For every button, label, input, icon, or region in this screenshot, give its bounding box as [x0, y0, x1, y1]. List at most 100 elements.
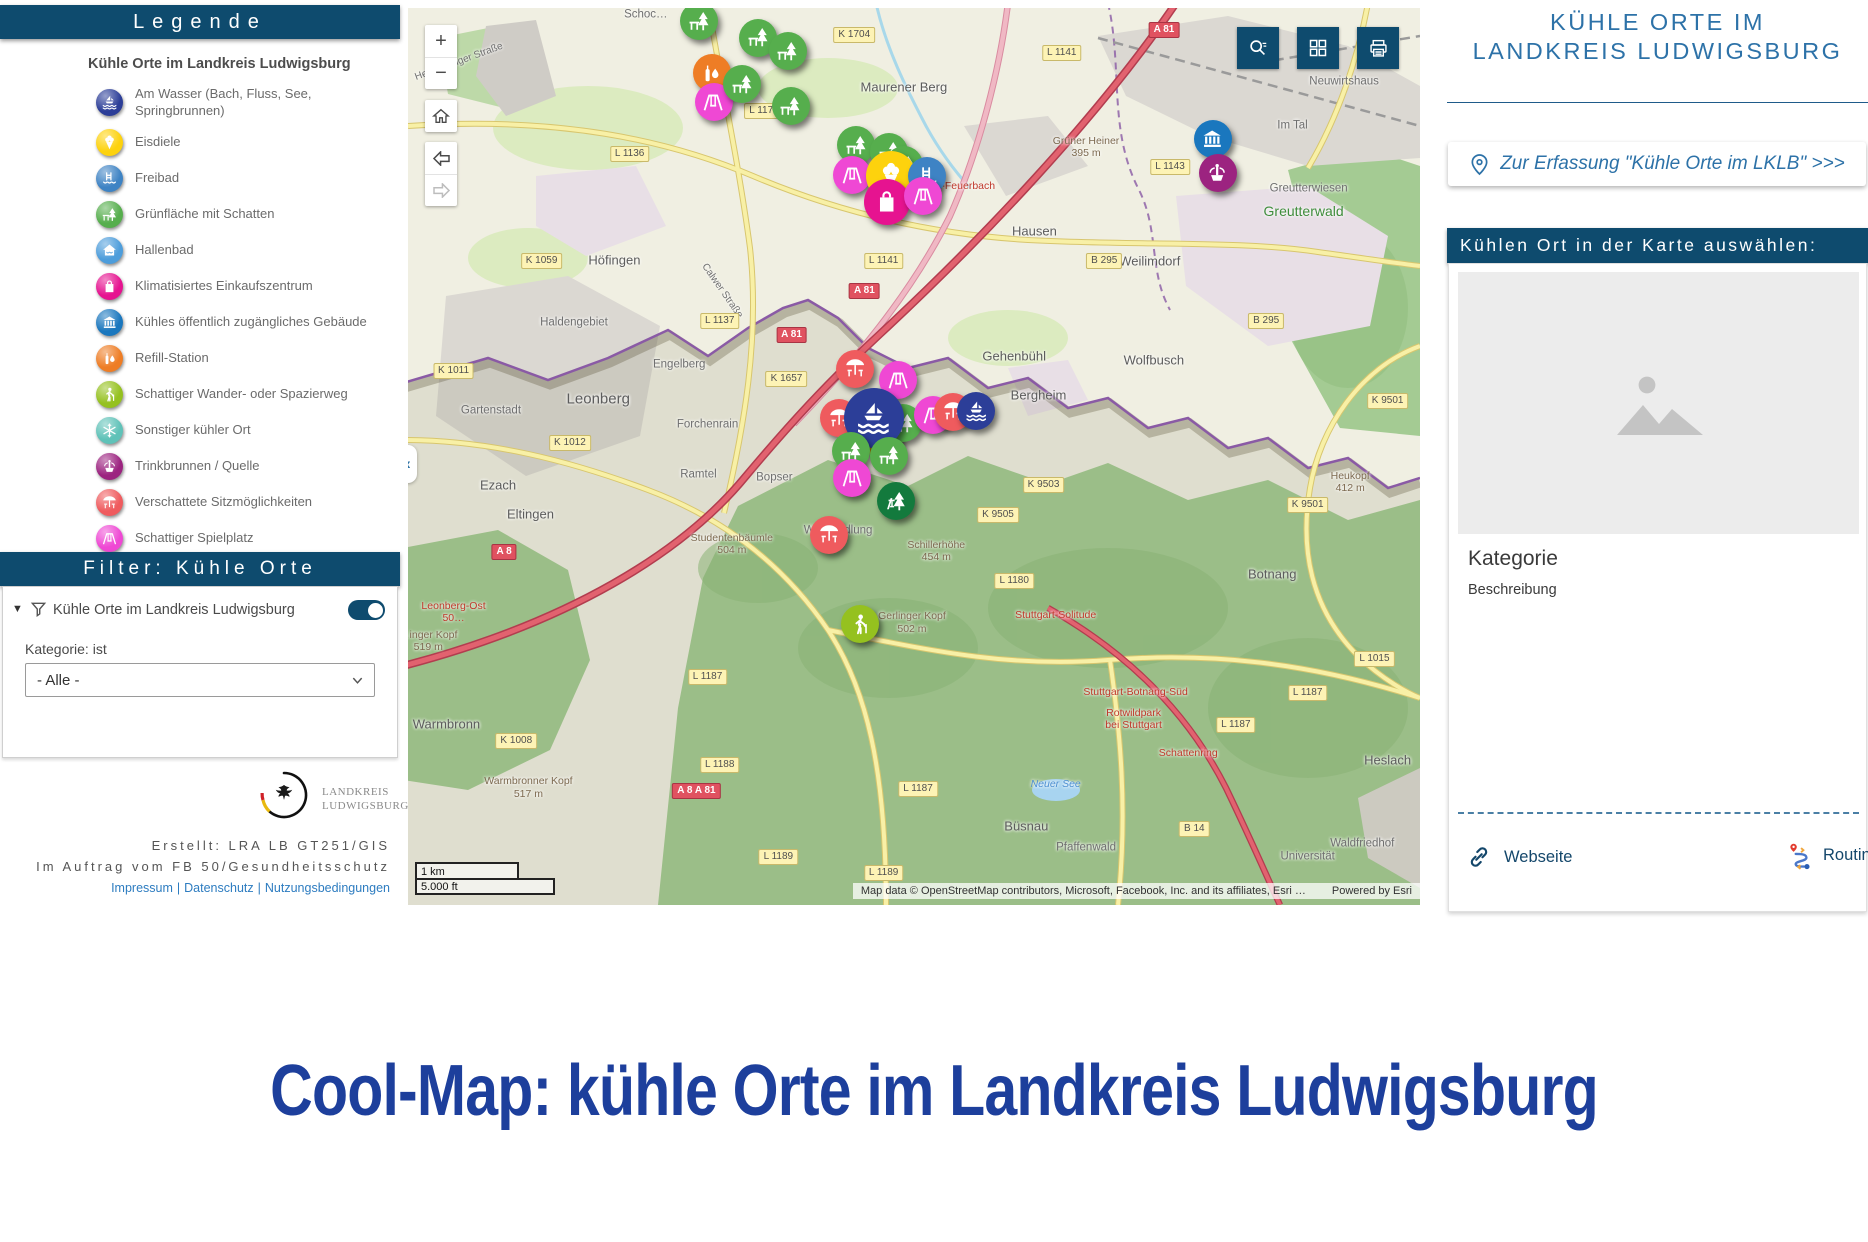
footer-link-nutzungsbedingungen[interactable]: Nutzungsbedingungen — [265, 881, 390, 895]
zoom-in-button[interactable]: + — [425, 25, 457, 57]
footer-link-datenschutz[interactable]: Datenschutz — [184, 881, 253, 895]
playground-icon — [911, 184, 935, 208]
map-marker-boat-swim[interactable] — [957, 392, 995, 430]
panel-divider — [1447, 102, 1868, 103]
arrow-right-icon — [432, 183, 451, 198]
landkreis-logo — [256, 768, 312, 826]
picnic-icon — [778, 94, 802, 118]
panel-title: KÜHLE ORTE IM LANDKREIS LUDWIGSBURG — [1447, 8, 1868, 67]
dashed-divider — [1458, 812, 1859, 814]
legend-item-label: Am Wasser (Bach, Fluss, See, Springbrunn… — [135, 86, 386, 120]
routing-label: Routing — [1823, 846, 1868, 865]
legend-title: Legende — [133, 5, 267, 39]
category-select[interactable]: - Alle - — [25, 663, 375, 697]
home-control — [425, 100, 457, 132]
place-detail-card: Kategorie Beschreibung Webseite Routing — [1448, 263, 1867, 912]
filter-toggle[interactable] — [348, 600, 385, 620]
map-marker-tree-play[interactable] — [877, 482, 915, 520]
legend-item-label: Schattiger Wander- oder Spazierweg — [135, 386, 348, 403]
map-marker-bank[interactable] — [1194, 120, 1232, 158]
print-button[interactable] — [1357, 27, 1399, 69]
map-canvas[interactable]: Schoc…Heimerdinger StraßeMaurener BergNe… — [408, 8, 1420, 905]
legend-item: Sonstiger kühler Ort — [96, 417, 386, 444]
home-icon — [432, 107, 450, 125]
legend-item-label: Verschattete Sitzmöglichkeiten — [135, 494, 312, 511]
legend-item-label: Grünfläche mit Schatten — [135, 206, 274, 223]
legend-item: Trinkbrunnen / Quelle — [96, 453, 386, 480]
routing-icon — [1785, 840, 1815, 870]
bank-icon — [96, 309, 123, 336]
bottles-icon — [96, 345, 123, 372]
erfassung-link[interactable]: Zur Erfassung "Kühle Orte im LKLB" >>> — [1448, 142, 1866, 186]
map-marker-playground[interactable] — [904, 177, 942, 215]
map-marker-picnic[interactable] — [870, 437, 908, 475]
umbrella-icon — [96, 489, 123, 516]
map-terrain — [408, 8, 1420, 905]
legend-item: Verschattete Sitzmöglichkeiten — [96, 489, 386, 516]
hiker-icon — [96, 381, 123, 408]
bag-icon — [872, 187, 901, 216]
collapse-caret-icon[interactable]: ▼ — [12, 603, 23, 615]
map-marker-umbrella[interactable] — [836, 350, 874, 388]
basemap-gallery-button[interactable] — [1297, 27, 1339, 69]
fountain-icon — [96, 453, 123, 480]
legend-item: Kühles öffentlich zugängliches Gebäude — [96, 309, 386, 336]
boat-swim-icon — [964, 399, 988, 423]
map-marker-picnic[interactable] — [769, 32, 807, 70]
umbrella-icon — [843, 356, 867, 380]
next-extent-button[interactable] — [425, 174, 457, 206]
website-link[interactable]: Webseite — [1466, 844, 1572, 870]
legend-item: Schattiger Spielplatz — [96, 525, 386, 552]
chevron-down-icon — [351, 674, 364, 687]
printer-icon — [1368, 38, 1389, 59]
footer-link-impressum[interactable]: Impressum — [111, 881, 173, 895]
category-label: Kategorie — [1468, 547, 1558, 571]
extent-nav-control — [425, 142, 457, 206]
powered-by-esri: Powered by Esri — [1332, 885, 1412, 897]
legend-item: Schattiger Wander- oder Spazierweg — [96, 381, 386, 408]
map-marker-playground[interactable] — [833, 459, 871, 497]
previous-extent-button[interactable] — [425, 142, 457, 174]
picnic-icon — [877, 443, 901, 467]
erfassung-link-text: Zur Erfassung "Kühle Orte im LKLB" >>> — [1500, 153, 1845, 175]
search-button[interactable] — [1237, 27, 1279, 69]
scalebar: 1 km 5.000 ft — [415, 862, 555, 895]
map-marker-fountain[interactable] — [1199, 154, 1237, 192]
legend-item-label: Hallenbad — [135, 242, 194, 259]
sidebar-collapse-tab[interactable]: ‹ — [408, 445, 417, 483]
legend-layer-title: Kühle Orte im Landkreis Ludwigsburg — [88, 56, 351, 72]
legend-item: Refill-Station — [96, 345, 386, 372]
map-marker-hiker[interactable] — [841, 605, 879, 643]
hiker-icon — [848, 612, 872, 636]
house-wave-icon — [96, 237, 123, 264]
snow-icon — [96, 417, 123, 444]
picnic-icon — [96, 201, 123, 228]
legend-item-label: Kühles öffentlich zugängliches Gebäude — [135, 314, 367, 331]
map-marker-umbrella[interactable] — [810, 516, 848, 554]
boat-swim-icon — [96, 89, 123, 116]
map-marker-picnic[interactable] — [723, 65, 761, 103]
zoom-out-button[interactable]: − — [425, 57, 457, 89]
playground-icon — [886, 368, 910, 392]
routing-link[interactable]: Routing — [1785, 840, 1868, 870]
playground-icon — [840, 466, 864, 490]
legend-item: Eisdiele — [96, 129, 386, 156]
image-placeholder — [1458, 272, 1859, 534]
fountain-icon — [1205, 161, 1229, 185]
toggle-knob — [368, 603, 383, 618]
filter-field-label: Kategorie: ist — [25, 641, 107, 657]
home-button[interactable] — [425, 100, 457, 132]
picnic-icon — [746, 25, 770, 49]
picnic-icon — [687, 9, 711, 33]
filter-funnel-icon — [30, 600, 47, 618]
legend-item-label: Refill-Station — [135, 350, 209, 367]
map-marker-bag[interactable] — [864, 179, 910, 225]
filter-panel: ▼ Kühle Orte im Landkreis Ludwigsburg Ka… — [2, 586, 398, 758]
map-marker-picnic[interactable] — [772, 87, 810, 125]
website-label: Webseite — [1504, 848, 1572, 867]
scalebar-metric: 1 km — [415, 862, 519, 878]
playground-icon — [96, 525, 123, 552]
filter-header: Filter: Kühle Orte — [0, 552, 400, 586]
legend-item: Grünfläche mit Schatten — [96, 201, 386, 228]
link-icon — [1466, 844, 1492, 870]
